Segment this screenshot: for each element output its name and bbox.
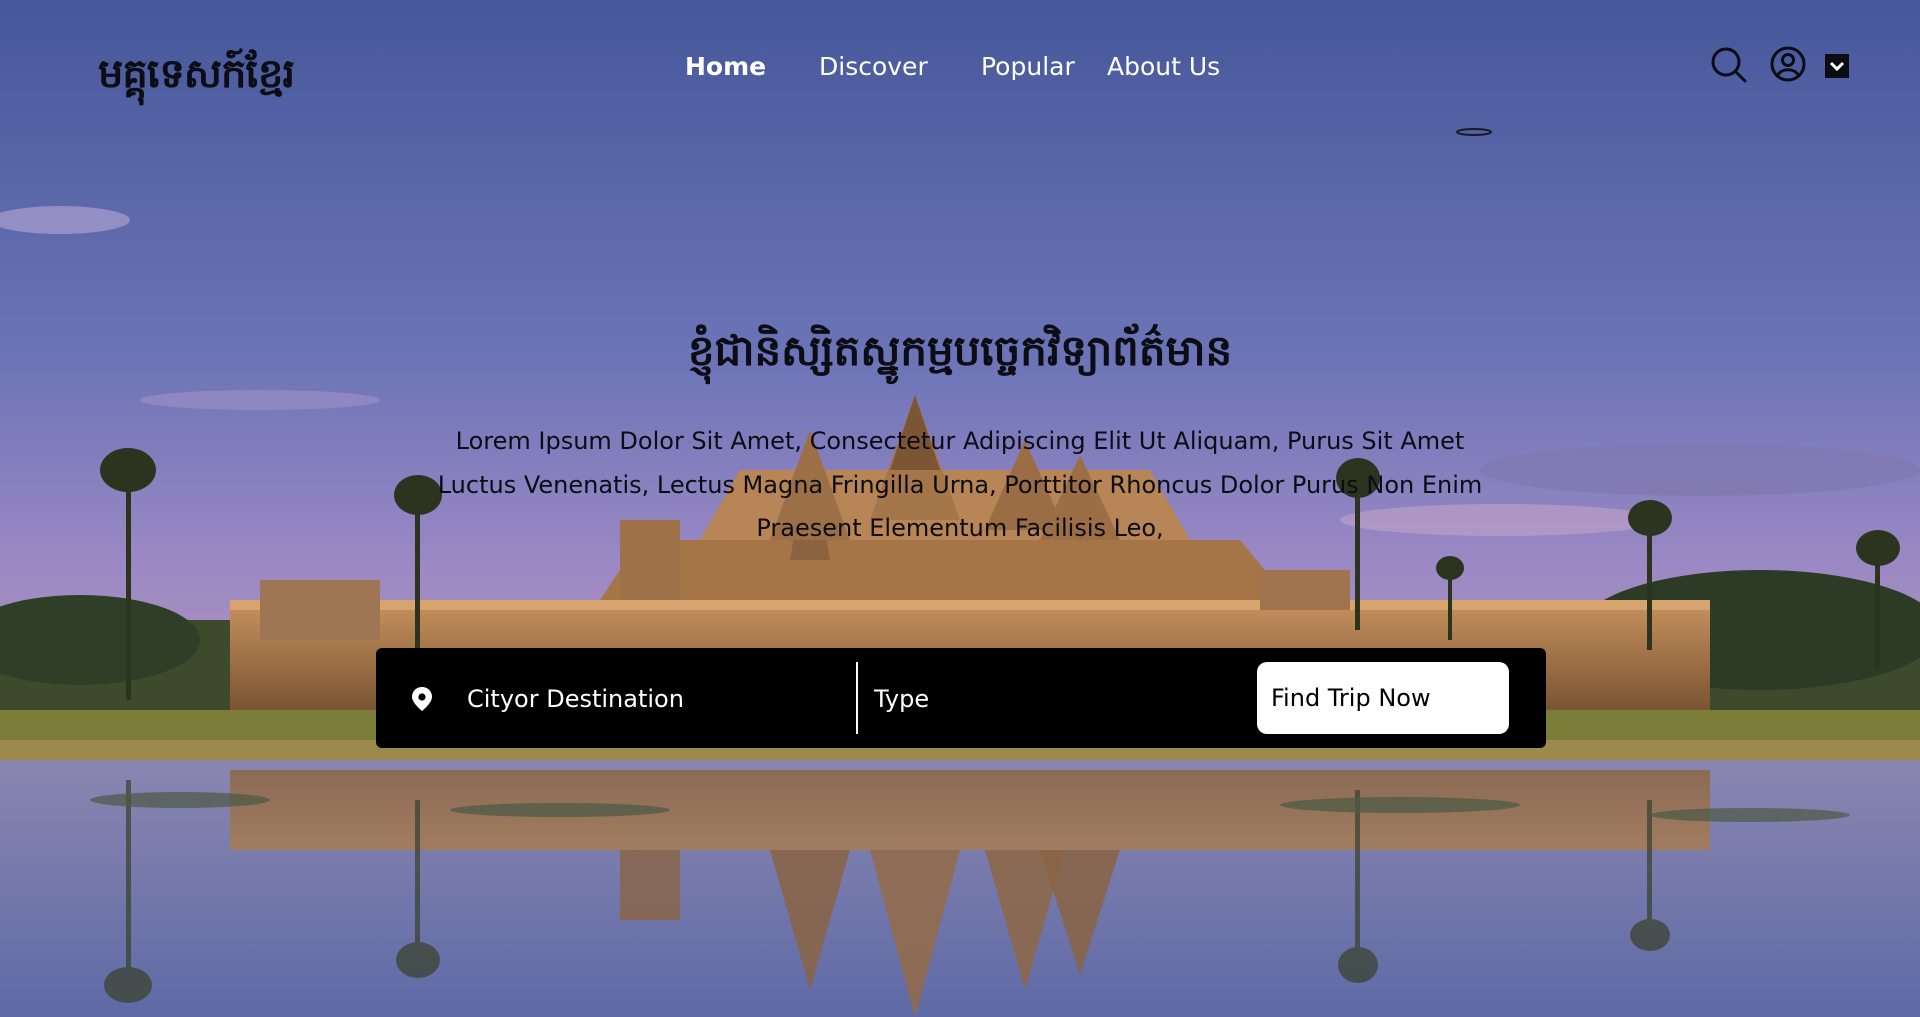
hero-title: ខ្ញុំជានិស្សិតស្នូកម្មបច្ចេកវិទ្យាព័ត៌មា…: [687, 326, 1233, 375]
type-input[interactable]: [872, 678, 1216, 720]
location-pin-icon: [412, 687, 432, 711]
header-actions: [0, 44, 1920, 88]
hero-description: Lorem Ipsum Dolor Sit Amet, Consectetur …: [437, 427, 1483, 542]
search-divider: [856, 662, 858, 734]
chevron-down-icon[interactable]: [1825, 54, 1849, 78]
trip-search-bar: Find Trip Now: [376, 648, 1546, 748]
destination-input[interactable]: [465, 678, 849, 720]
find-trip-button[interactable]: Find Trip Now: [1257, 662, 1509, 734]
user-icon[interactable]: [1770, 46, 1806, 82]
search-icon[interactable]: [1710, 46, 1748, 84]
